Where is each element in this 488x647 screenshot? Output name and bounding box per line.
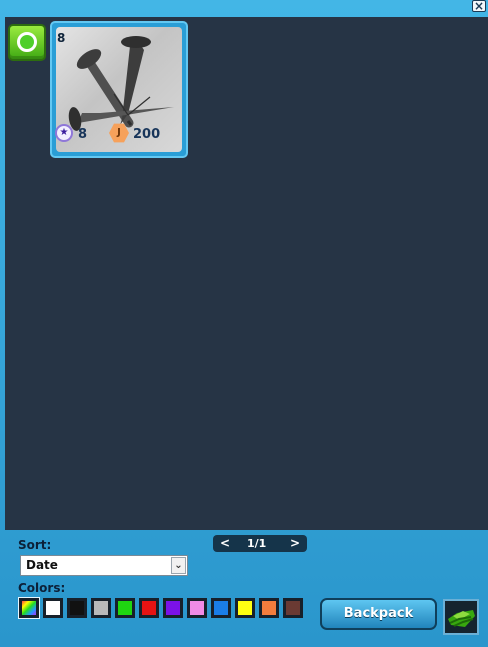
chevron-down-icon[interactable]: ⌄ [171, 557, 186, 574]
color-swatch-gray[interactable] [91, 598, 111, 618]
color-swatch-red[interactable] [139, 598, 159, 618]
item-filter-toggle[interactable] [8, 24, 46, 61]
color-swatch-brown[interactable] [283, 598, 303, 618]
item-quantity: 8 [57, 31, 66, 45]
color-swatch-blue[interactable] [211, 598, 231, 618]
color-swatch-yellow[interactable] [235, 598, 255, 618]
sort-selected-value: Date [26, 558, 58, 572]
color-swatch-purple[interactable] [163, 598, 183, 618]
item-cost: 200 [133, 127, 161, 142]
star-icon: ★ [55, 124, 73, 142]
inventory-toolbar: Sort: Date ⌄ < 1/1 > Colors: Backpack [9, 531, 488, 647]
pagination: < 1/1 > [213, 535, 307, 552]
color-filter-swatches [19, 598, 307, 621]
den-item-icon [448, 610, 475, 627]
item-level: 8 [78, 127, 88, 142]
backpack-button[interactable]: Backpack [320, 598, 437, 630]
color-swatch-green[interactable] [115, 598, 135, 618]
next-page-button[interactable]: > [290, 535, 300, 552]
ring-icon [17, 32, 37, 52]
page-indicator: 1/1 [247, 537, 267, 550]
color-swatch-white[interactable] [43, 598, 63, 618]
sort-select[interactable]: Date ⌄ [20, 555, 188, 576]
den-item-button[interactable] [443, 599, 479, 635]
close-button[interactable]: × [472, 0, 486, 12]
colors-label: Colors: [18, 581, 66, 595]
sort-label: Sort: [18, 538, 52, 552]
color-swatch-black[interactable] [67, 598, 87, 618]
inventory-item-nails[interactable]: 8 ★ 8 J 200 [50, 21, 188, 158]
previous-page-button[interactable]: < [220, 535, 230, 552]
color-swatch-orange[interactable] [259, 598, 279, 618]
color-swatch-pink[interactable] [187, 598, 207, 618]
color-swatch-all[interactable] [19, 598, 39, 618]
